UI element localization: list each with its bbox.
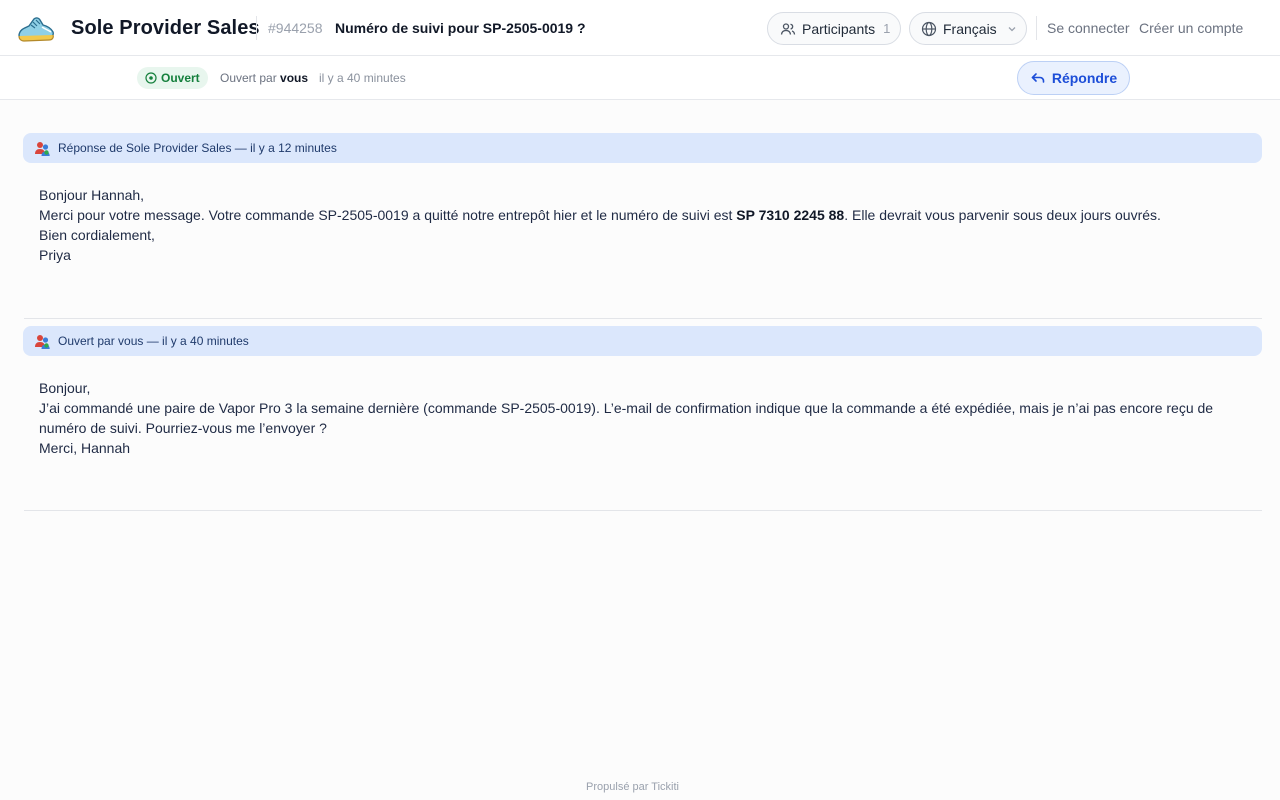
message-divider (24, 318, 1262, 319)
brand-name[interactable]: Sole Provider Sales (71, 17, 260, 40)
message-line: Merci, Hannah (39, 440, 131, 456)
users-icon (780, 21, 796, 37)
message-line: Bonjour, (39, 380, 91, 396)
top-header: Sole Provider Sales #944258 Numéro de su… (0, 0, 1280, 56)
signup-link[interactable]: Créer un compte (1139, 20, 1243, 36)
agents-avatar-icon (34, 140, 51, 157)
message-header-text: Réponse de Sole Provider Sales — il y a … (58, 141, 337, 155)
message-line: Merci pour votre message. Votre commande… (39, 205, 1246, 225)
message-body: Bonjour, J’ai commandé une paire de Vapo… (23, 356, 1262, 458)
reply-button[interactable]: Répondre (1017, 61, 1130, 95)
language-label: Français (943, 20, 997, 37)
ticket-id: #944258 (268, 20, 323, 36)
login-link[interactable]: Se connecter (1047, 20, 1130, 36)
users-avatar-icon (34, 333, 51, 350)
tracking-number: SP 7310 2245 88 (736, 207, 845, 223)
message-line: Priya (39, 247, 71, 263)
message-text: . Elle devrait vous parvenir sous deux j… (844, 207, 1161, 223)
sneaker-logo-icon[interactable] (16, 13, 56, 45)
opened-by-user: vous (280, 71, 309, 85)
participants-count: 1 (883, 21, 891, 36)
language-select[interactable]: Français (909, 12, 1027, 45)
globe-icon (921, 21, 937, 37)
opened-by: Ouvert par vous (220, 71, 308, 85)
message-line: Bien cordialement, (39, 227, 155, 243)
message-header: Ouvert par vous — il y a 40 minutes (23, 326, 1262, 356)
message-header: Réponse de Sole Provider Sales — il y a … (23, 133, 1262, 163)
opened-time: il y a 40 minutes (319, 71, 406, 85)
message-divider (24, 510, 1262, 511)
message-line: J’ai commandé une paire de Vapor Pro 3 l… (39, 400, 1214, 436)
header-divider (256, 16, 257, 40)
ticket-title: Numéro de suivi pour SP-2505-0019 ? (335, 20, 586, 36)
message-line: Bonjour Hannah, (39, 187, 145, 203)
message-original: Ouvert par vous — il y a 40 minutes Bonj… (23, 326, 1262, 458)
reply-arrow-icon (1030, 70, 1046, 86)
status-badge: Ouvert (137, 67, 208, 89)
status-open-icon (145, 72, 157, 84)
header-divider-right (1036, 16, 1037, 40)
message-body: Bonjour Hannah, Merci pour votre message… (23, 163, 1262, 265)
participants-button[interactable]: Participants 1 (767, 12, 901, 45)
chevron-down-icon (1007, 24, 1017, 34)
opened-by-prefix: Ouvert par (220, 71, 277, 85)
message-text: Merci pour votre message. Votre commande… (39, 207, 737, 223)
message-reply: Réponse de Sole Provider Sales — il y a … (23, 133, 1262, 265)
reply-label: Répondre (1051, 70, 1118, 86)
ticket-status-bar: Ouvert Ouvert par vous il y a 40 minutes… (0, 56, 1280, 100)
message-header-text: Ouvert par vous — il y a 40 minutes (58, 334, 249, 348)
powered-by-footer[interactable]: Propulsé par Tickiti (0, 781, 1265, 793)
participants-label: Participants (802, 20, 876, 37)
status-label: Ouvert (161, 71, 200, 85)
